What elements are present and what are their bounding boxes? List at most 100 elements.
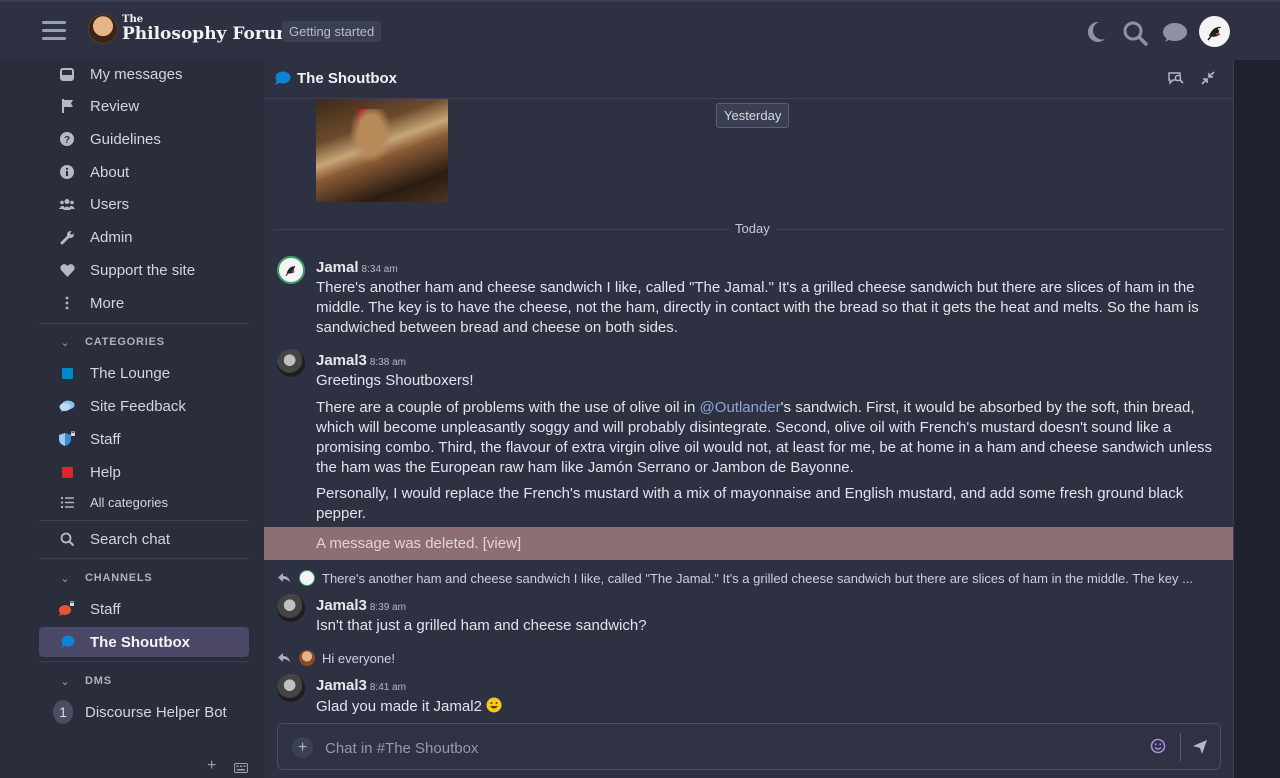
sidebar-item-label: Guidelines [90, 130, 161, 148]
category-label: Help [90, 463, 121, 481]
username[interactable]: Jamal3 [316, 352, 367, 369]
sidebar-item-label: Review [90, 97, 140, 115]
message-author[interactable]: Jamal 8:34 am [316, 259, 398, 276]
channels-section-header[interactable]: ⌄ CHANNELS [39, 567, 249, 589]
search-thread-icon[interactable] [1168, 71, 1184, 89]
message-text: Greetings Shoutboxers! [316, 372, 474, 389]
view-deleted-message-link[interactable]: A message was deleted. [view] [316, 535, 521, 552]
sidebar-dm-discourse-helper-bot[interactable]: 1 Discourse Helper Bot [39, 697, 249, 727]
chevron-down-icon: ⌄ [60, 675, 70, 688]
speech-bubbles-icon [57, 400, 77, 413]
avatar[interactable] [277, 594, 305, 622]
sidebar-item-users[interactable]: Users [39, 189, 249, 219]
keyboard-icon[interactable] [234, 760, 248, 777]
sidebar-item-label: Users [90, 195, 130, 213]
chat-bubble-icon[interactable] [1161, 22, 1188, 48]
message-author[interactable]: Jamal3 8:38 am [316, 352, 406, 369]
message-text: Personally, I would replace the French's… [316, 485, 1184, 522]
reply-arrow-icon [278, 571, 291, 586]
search-icon[interactable] [1122, 20, 1148, 50]
reply-preview-text: Hi everyone! [322, 650, 395, 666]
sidebar-category-help[interactable]: Help [39, 457, 249, 487]
message-author[interactable]: Jamal3 8:41 am [316, 677, 406, 694]
sidebar-category-the-lounge[interactable]: The Lounge [39, 358, 249, 388]
hamburger-menu-button[interactable] [42, 21, 66, 41]
sidebar-category-staff[interactable]: Staff [39, 424, 249, 454]
sidebar-item-label: About [90, 163, 130, 181]
category-square-icon [57, 466, 77, 478]
sidebar-channel-the-shoutbox[interactable]: The Shoutbox [39, 627, 249, 657]
reply-avatar [299, 650, 315, 666]
message-text: There are a couple of problems with the … [316, 398, 1216, 478]
logo-name: Philosophy Forum [122, 24, 295, 44]
list-icon [57, 496, 77, 508]
date-separator-yesterday: Yesterday [716, 103, 790, 128]
sidebar-item-admin[interactable]: Admin [39, 222, 249, 252]
user-mention-link[interactable]: @Outlander [700, 399, 781, 416]
dm-label: Discourse Helper Bot [85, 703, 227, 721]
shield-lock-icon [57, 431, 77, 447]
categories-section-header[interactable]: ⌄ CATEGORIES [39, 331, 249, 353]
deleted-message-banner: A message was deleted. [view] [264, 527, 1233, 560]
getting-started-button[interactable]: Getting started [282, 21, 382, 42]
message-time: 8:41 am [369, 682, 407, 693]
add-attachment-button[interactable]: + [292, 737, 313, 758]
sidebar-item-review[interactable]: Review [39, 91, 249, 121]
sidebar-item-support[interactable]: Support the site [39, 255, 249, 285]
message-time: 8:39 am [369, 602, 407, 613]
reply-preview[interactable]: Hi everyone! [278, 649, 1208, 667]
wrench-icon [57, 230, 77, 245]
channel-label: The Shoutbox [90, 633, 190, 651]
category-label: The Lounge [90, 364, 171, 382]
add-section-button[interactable]: + [207, 757, 216, 775]
dms-heading: DMS [85, 675, 112, 687]
sidebar-all-categories[interactable]: All categories [39, 487, 249, 517]
avatar[interactable] [277, 256, 305, 284]
chat-bubble-icon [57, 635, 77, 649]
moon-icon[interactable] [1085, 20, 1107, 48]
inbox-icon [57, 67, 77, 81]
message-image-thumbnail[interactable] [316, 99, 448, 202]
sidebar-category-site-feedback[interactable]: Site Feedback [39, 391, 249, 421]
sidebar-item-label: More [90, 294, 125, 312]
username[interactable]: Jamal3 [316, 677, 367, 694]
category-label: Staff [90, 430, 121, 448]
chat-bubble-lock-icon [57, 601, 77, 617]
send-icon[interactable] [1192, 739, 1208, 759]
message-text: Glad you made it Jamal2 [316, 697, 1216, 719]
username[interactable]: Jamal [316, 259, 359, 276]
chat-bubble-icon [274, 71, 291, 90]
info-circle-icon [57, 165, 77, 179]
sidebar-search-chat[interactable]: Search chat [39, 524, 249, 554]
date-separator-today: Today [729, 221, 776, 236]
dm-unread-count: 1 [53, 700, 73, 724]
chat-message-input[interactable] [325, 737, 1125, 759]
dms-section-header[interactable]: ⌄ DMS [39, 670, 249, 692]
sidebar-channel-staff[interactable]: Staff [39, 594, 249, 624]
users-icon [57, 198, 77, 210]
flag-icon [57, 99, 77, 113]
reply-preview[interactable]: There's another ham and cheese sandwich … [278, 569, 1208, 587]
emoji-picker-icon[interactable] [1150, 738, 1166, 758]
sidebar-item-my-messages[interactable]: My messages [39, 59, 249, 89]
message-time: 8:34 am [361, 264, 398, 275]
sidebar-item-guidelines[interactable]: ? Guidelines [39, 124, 249, 154]
all-categories-label: All categories [90, 494, 169, 510]
collapse-icon[interactable] [1201, 71, 1215, 89]
reply-arrow-icon [278, 651, 291, 666]
site-logo[interactable]: The Philosophy Forum [88, 14, 294, 44]
dm-badge: 1 [53, 700, 73, 724]
sidebar-item-more[interactable]: More [39, 288, 249, 318]
sidebar-item-label: Support the site [90, 261, 196, 279]
sidebar-item-label: Admin [90, 228, 133, 246]
search-chat-label: Search chat [90, 530, 171, 548]
sidebar-item-about[interactable]: About [39, 157, 249, 187]
avatar[interactable] [277, 349, 305, 377]
avatar[interactable] [277, 674, 305, 702]
user-avatar[interactable] [1199, 16, 1230, 47]
username[interactable]: Jamal3 [316, 597, 367, 614]
message-author[interactable]: Jamal3 8:39 am [316, 597, 406, 614]
svg-text:?: ? [64, 135, 70, 146]
reply-avatar [299, 570, 315, 586]
heart-icon [57, 263, 77, 277]
